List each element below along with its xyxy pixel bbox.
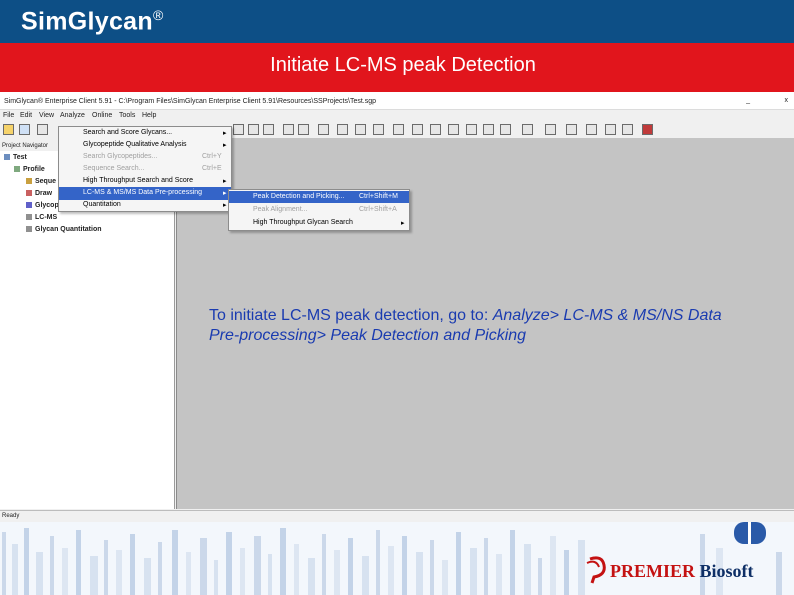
premier-logo-icon [586, 556, 606, 584]
close-button[interactable]: x [785, 97, 789, 104]
tool-icon-18[interactable] [566, 124, 577, 135]
tool-icon-21[interactable] [622, 124, 633, 135]
menubar: File Edit View Analyze Online Tools Help [0, 110, 794, 121]
menu-file[interactable]: File [3, 112, 14, 119]
tool-icon-12[interactable] [448, 124, 459, 135]
submenu-arrow-icon: ▸ [223, 190, 227, 197]
menu-shortcut: Ctrl+Shift+A [359, 206, 397, 213]
tree-item-lcms[interactable]: LC-MS [26, 214, 57, 221]
tool-icon-4[interactable] [283, 124, 294, 135]
instruction-prefix: To initiate LC-MS peak detection, go to: [209, 307, 493, 324]
diamond-icon[interactable] [642, 124, 653, 135]
lcms-submenu: Peak Detection and Picking... Ctrl+Shift… [228, 189, 410, 231]
submenu-arrow-icon: ▸ [401, 220, 405, 227]
tree-item-sequence[interactable]: Seque [26, 178, 56, 185]
tool-icon-20[interactable] [605, 124, 616, 135]
cut-icon[interactable] [37, 124, 48, 135]
close-doc-icon[interactable] [393, 124, 404, 135]
folder-icon [26, 202, 32, 209]
tool-icon-6[interactable] [318, 124, 329, 135]
slide-footer [0, 522, 794, 595]
menu-item-label: Peak Detection and Picking... [253, 193, 345, 200]
tree-item-quantitation[interactable]: Glycan Quantitation [26, 226, 102, 233]
project-icon [4, 154, 10, 161]
menu-online[interactable]: Online [92, 112, 112, 119]
folder-icon [26, 226, 32, 233]
tree-item-test[interactable]: Test [4, 154, 27, 161]
slide-title: Initiate LC-MS peak Detection [270, 54, 536, 76]
tree-item-glycopeptide[interactable]: Glycop [26, 202, 59, 209]
folder-icon [26, 178, 32, 185]
tree-item-profile[interactable]: Profile [14, 166, 45, 173]
menu-view[interactable]: View [39, 112, 54, 119]
tool-icon-19[interactable] [586, 124, 597, 135]
tool-icon-11[interactable] [430, 124, 441, 135]
submenu-arrow-icon: ▸ [223, 142, 227, 149]
menu-shortcut: Ctrl+Y [202, 153, 222, 160]
menu-item-label: Quantitation [83, 201, 121, 208]
tool-icon-2[interactable] [248, 124, 259, 135]
menu-item-peak-alignment[interactable]: Peak Alignment... Ctrl+Shift+A [229, 204, 409, 216]
tool-icon-5[interactable] [298, 124, 309, 135]
tree-label: Profile [23, 166, 45, 173]
company-logo-text: PREMIER Biosoft [610, 561, 754, 582]
tool-icon-14[interactable] [483, 124, 494, 135]
menu-item-label: High Throughput Search and Score [83, 177, 193, 184]
menu-item-label: Glycopeptide Qualitative Analysis [83, 141, 187, 148]
tool-icon-1[interactable] [233, 124, 244, 135]
tool-icon-9[interactable] [373, 124, 384, 135]
window-titlebar: SimGlycan® Enterprise Client 5.91 - C:\P… [0, 96, 794, 110]
tool-icon-3[interactable] [263, 124, 274, 135]
tool-icon-16[interactable] [522, 124, 533, 135]
tree-label: Seque [35, 178, 57, 185]
menu-shortcut: Ctrl+E [202, 165, 222, 172]
tree-label: Glycan Quantitation [35, 226, 102, 233]
folder-icon [14, 166, 20, 173]
tool-icon-10[interactable] [412, 124, 423, 135]
brand-title: SimGlycan® [21, 7, 164, 36]
menu-item-label: Search Glycopeptides... [83, 153, 158, 160]
tree-label: LC-MS [35, 214, 58, 221]
menu-help[interactable]: Help [142, 112, 156, 119]
menu-item-peak-detection[interactable]: Peak Detection and Picking... Ctrl+Shift… [229, 191, 409, 203]
submenu-arrow-icon: ▸ [223, 202, 227, 209]
menu-item-label: High Throughput Glycan Search [253, 219, 353, 226]
tool-icon-7[interactable] [337, 124, 348, 135]
menu-item-label: Peak Alignment... [253, 206, 308, 213]
menu-item-quantitation[interactable]: Quantitation ▸ [59, 199, 231, 212]
menu-edit[interactable]: Edit [20, 112, 32, 119]
analyze-menu: Search and Score Glycans... ▸ Glycopepti… [58, 126, 232, 212]
tool-icon-8[interactable] [355, 124, 366, 135]
folder-icon [26, 190, 32, 197]
tree-label: Test [13, 154, 27, 161]
instruction-text: To initiate LC-MS peak detection, go to:… [209, 306, 749, 346]
menu-analyze[interactable]: Analyze [60, 112, 85, 119]
menu-item-label: Sequence Search... [83, 165, 145, 172]
tool-icon-17[interactable] [545, 124, 556, 135]
status-text: Ready [2, 513, 20, 519]
tree-item-draw[interactable]: Draw [26, 190, 52, 197]
tool-icon-13[interactable] [466, 124, 477, 135]
submenu-arrow-icon: ▸ [223, 130, 227, 137]
menu-shortcut: Ctrl+Shift+M [359, 193, 398, 200]
menu-item-label: Search and Score Glycans... [83, 129, 173, 136]
tree-label: Draw [35, 190, 53, 197]
navigator-label: Project Navigator [2, 143, 49, 149]
menu-tools[interactable]: Tools [119, 112, 135, 119]
window-title: SimGlycan® Enterprise Client 5.91 - C:\P… [4, 98, 377, 105]
footer-skyline-graphic [0, 522, 794, 595]
minimize-button[interactable]: _ [746, 97, 750, 104]
submenu-arrow-icon: ▸ [223, 178, 227, 185]
tool-icon-15[interactable] [500, 124, 511, 135]
open-folder-icon[interactable] [3, 124, 14, 135]
menu-item-high-throughput-glycan-search[interactable]: High Throughput Glycan Search ▸ [229, 217, 409, 229]
menu-item-label: LC-MS & MS/MS Data Pre-processing [83, 189, 203, 196]
save-icon[interactable] [19, 124, 30, 135]
tree-label: Glycop [35, 202, 59, 209]
slide-header: SimGlycan® [0, 0, 794, 43]
company-name-blue: Biosoft [695, 561, 754, 581]
company-name-red: PREMIER [610, 561, 695, 581]
folder-icon [26, 214, 32, 221]
